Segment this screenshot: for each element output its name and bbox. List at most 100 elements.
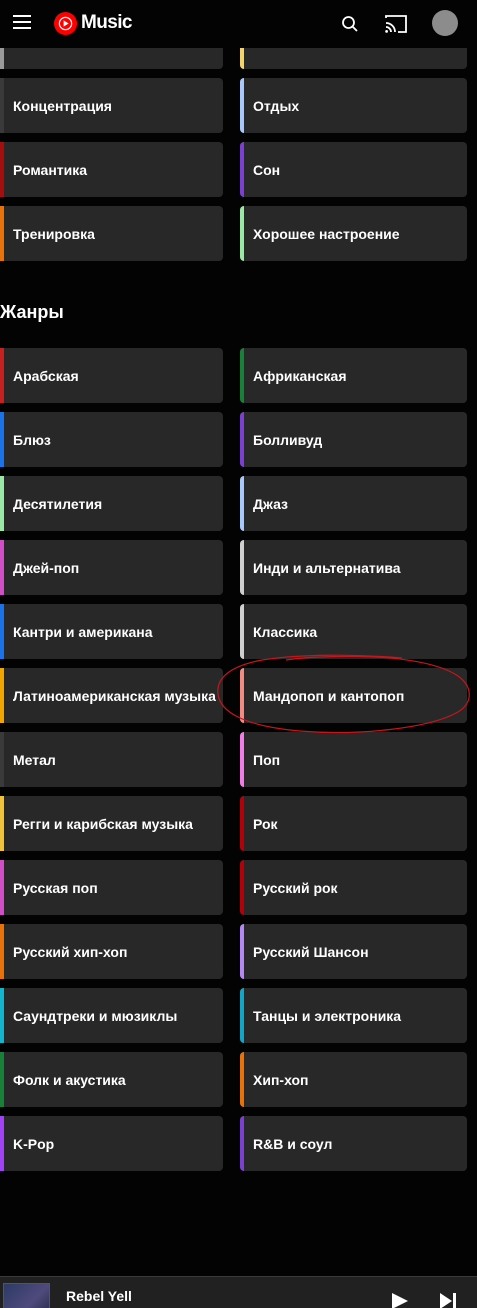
skip-next-icon[interactable] (438, 1291, 460, 1308)
tile-color-accent (0, 142, 4, 197)
genre-tile-джаз[interactable]: Джаз (240, 476, 467, 531)
account-avatar[interactable] (432, 10, 458, 36)
genre-tile-k-pop[interactable]: K-Pop (0, 1116, 223, 1171)
tile-label: Танцы и электроника (253, 1007, 402, 1024)
tile-label: Классика (253, 623, 318, 640)
genre-tile-блюз[interactable]: Блюз (0, 412, 223, 467)
tile-label: Регги и карибская музыка (13, 815, 193, 832)
genre-tile-романтика[interactable]: Романтика (0, 142, 223, 197)
tile-color-accent (240, 604, 244, 659)
tile-label: Хорошее настроение (253, 225, 400, 242)
search-icon (342, 16, 358, 32)
tile-color-accent (240, 78, 244, 133)
tile-color-accent (0, 924, 4, 979)
tile-color-accent (0, 1116, 4, 1171)
tile-label: Фолк и акустика (13, 1071, 126, 1088)
tile-label: R&B и соул (253, 1135, 333, 1152)
tile-color-accent (0, 668, 4, 723)
tile-label: Джей-поп (13, 559, 80, 576)
genre-tile-хип-хоп[interactable]: Хип-хоп (240, 1052, 467, 1107)
tile-color-accent (240, 540, 244, 595)
genre-tile-рок[interactable]: Рок (240, 796, 467, 851)
tile-color-accent (240, 988, 244, 1043)
tile-color-accent (240, 348, 244, 403)
tile-color-accent (240, 796, 244, 851)
genre-tile-танцы-и-электроника[interactable]: Танцы и электроника (240, 988, 467, 1043)
tile-label: Романтика (13, 161, 88, 178)
tile-color-accent (0, 988, 4, 1043)
tile-label: Инди и альтернатива (253, 559, 401, 576)
tile-color-accent (0, 412, 4, 467)
mini-player[interactable]: Rebel Yell (0, 1276, 477, 1308)
genre-tile-мандопоп-и-кантопоп[interactable]: Мандопоп и кантопоп (240, 668, 467, 723)
genre-tile-десятилетия[interactable]: Десятилетия (0, 476, 223, 531)
genre-tile-отдых[interactable]: Отдых (240, 78, 467, 133)
track-title[interactable]: Rebel Yell (66, 1288, 132, 1304)
youtube-music-logo[interactable]: Music (54, 11, 132, 35)
play-icon[interactable] (390, 1291, 410, 1308)
genre-tile-поп[interactable]: Поп (240, 732, 467, 787)
tile-label: Африканская (253, 367, 347, 384)
tile-label: Концентрация (13, 97, 112, 114)
genre-tile-кантри-и-американа[interactable]: Кантри и американа (0, 604, 223, 659)
cast-button[interactable] (382, 10, 410, 38)
tile-color-accent (0, 540, 4, 595)
tile-label: K-Pop (13, 1135, 55, 1152)
genre-tile-русский-рок[interactable]: Русский рок (240, 860, 467, 915)
genre-tile-болливуд[interactable]: Болливуд (240, 412, 467, 467)
tile-label: Блюз (13, 431, 51, 448)
genre-tile-русская-поп[interactable]: Русская поп (0, 860, 223, 915)
tile-label: Болливуд (253, 431, 323, 448)
tile-color-accent (0, 206, 4, 261)
tile-label: Кантри и американа (13, 623, 153, 640)
genre-tile-хорошее-настроение[interactable]: Хорошее настроение (240, 206, 467, 261)
genre-tile-классика[interactable]: Классика (240, 604, 467, 659)
genre-tile-метал[interactable]: Метал (0, 732, 223, 787)
genre-tile-инди-и-альтернатива[interactable]: Инди и альтернатива (240, 540, 467, 595)
tile-label: Саундтреки и мюзиклы (13, 1007, 178, 1024)
tile-label: Тренировка (13, 225, 95, 242)
tile-label: Мандопоп и кантопоп (253, 687, 405, 704)
tile-color-accent (240, 142, 244, 197)
tile-label: Русский Шансон (253, 943, 369, 960)
genre-tile-русский-шансон[interactable]: Русский Шансон (240, 924, 467, 979)
tile-label: Поп (253, 751, 281, 768)
tile-color-accent (240, 668, 244, 723)
search-button[interactable] (336, 10, 364, 38)
tile-color-accent (240, 732, 244, 787)
tile-label: Рок (253, 815, 278, 832)
genre-tile-концентрация[interactable]: Концентрация (0, 78, 223, 133)
tile-color-accent (240, 1052, 244, 1107)
cast-icon (385, 15, 407, 33)
genre-tile-саундтреки-и-мюзиклы[interactable]: Саундтреки и мюзиклы (0, 988, 223, 1043)
genres-section-title: Жанры (0, 302, 64, 322)
genre-tile-тренировка[interactable]: Тренировка (0, 206, 223, 261)
tile-label: Латиноамериканская музыка (13, 687, 216, 704)
genre-tile-джей-поп[interactable]: Джей-поп (0, 540, 223, 595)
tile-color-accent (0, 78, 4, 133)
tile-color-accent (0, 348, 4, 403)
app-name: Music (81, 12, 132, 33)
tile-color-accent (240, 924, 244, 979)
hamburger-menu-icon[interactable] (13, 14, 31, 30)
tile-label: Отдых (253, 97, 300, 114)
genre-tile-африканская[interactable]: Африканская (240, 348, 467, 403)
tile-label: Арабская (13, 367, 79, 384)
genre-tile-русский-хип-хоп[interactable]: Русский хип-хоп (0, 924, 223, 979)
tile-color-accent (0, 1052, 4, 1107)
genre-tile-r-b-и-соул[interactable]: R&B и соул (240, 1116, 467, 1171)
youtube-music-logo-icon (54, 11, 77, 35)
genre-tile-регги-и-карибская-музыка[interactable]: Регги и карибская музыка (0, 796, 223, 851)
tile-label: Русский рок (253, 879, 338, 896)
tile-label: Сон (253, 161, 281, 178)
genre-tile-фолк-и-акустика[interactable]: Фолк и акустика (0, 1052, 223, 1107)
tile-label: Хип-хоп (253, 1071, 309, 1088)
genre-tile-сон[interactable]: Сон (240, 142, 467, 197)
genre-tile-латиноамериканская-музыка[interactable]: Латиноамериканская музыка (0, 668, 223, 723)
album-thumbnail[interactable] (3, 1283, 50, 1308)
tile-label: Джаз (253, 495, 288, 512)
genre-tile-арабская[interactable]: Арабская (0, 348, 223, 403)
top-app-bar: Music (0, 0, 477, 48)
tile-color-accent (240, 1116, 244, 1171)
tile-color-accent (240, 206, 244, 261)
